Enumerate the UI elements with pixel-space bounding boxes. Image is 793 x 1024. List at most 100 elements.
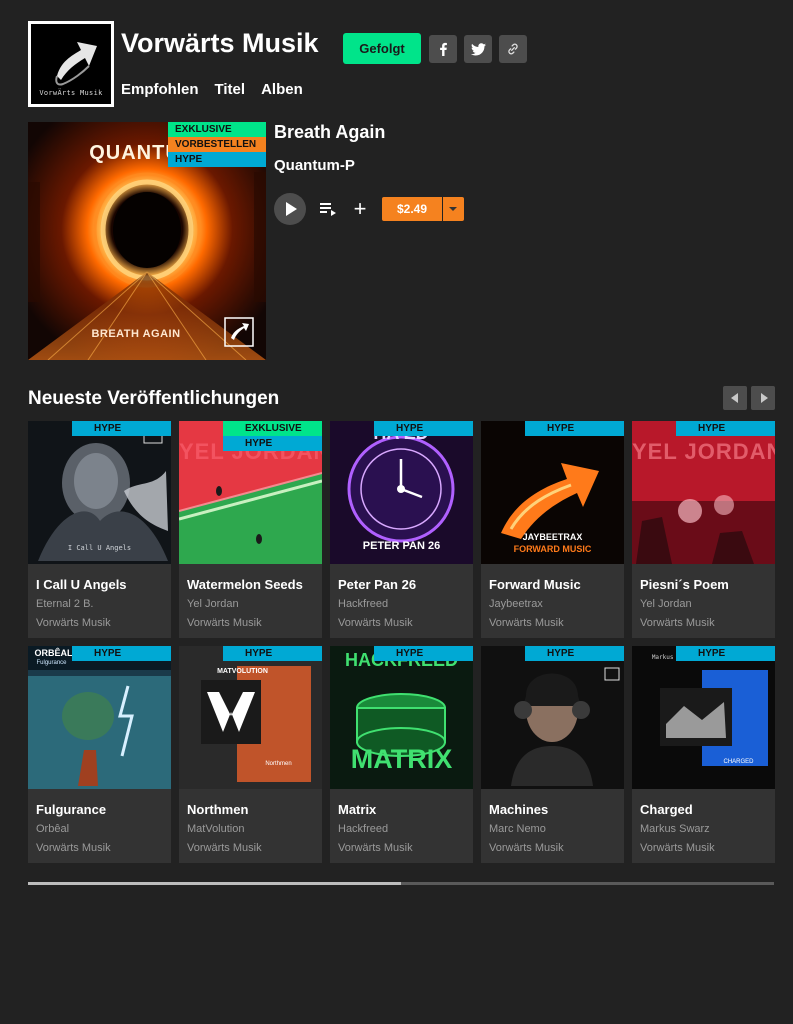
release-card[interactable]: HA EDPETER PAN 26HYPE Peter Pan 26 Hackfre… — [330, 421, 473, 638]
nav-tab-alben[interactable]: Alben — [261, 81, 303, 98]
release-title[interactable]: Piesni´s Poem — [640, 577, 729, 592]
release-title[interactable]: Watermelon Seeds — [187, 577, 303, 592]
release-card[interactable]: HACKFREEDMATRIXHYPE Matrix Hackfreed Vorwär… — [330, 646, 473, 863]
cover-subtext: FORWARD MUSIC — [513, 544, 592, 554]
release-artwork[interactable] — [481, 646, 624, 789]
release-card[interactable]: JAYBEETRAX FORWARD MUSIC HYPE Forward Music… — [481, 421, 624, 638]
nav-tab-titel[interactable]: Titel — [215, 81, 246, 98]
release-label[interactable]: Vorwärts Musik — [489, 617, 564, 629]
release-label[interactable]: Vorwärts Musik — [36, 617, 111, 629]
cover-subtext: Northmen — [265, 761, 292, 767]
carousel-scrollbar[interactable] — [28, 882, 774, 885]
badge-hype: HYPE — [676, 646, 775, 661]
carousel-scrollbar-thumb[interactable] — [28, 882, 401, 885]
release-label[interactable]: Vorwärts Musik — [338, 842, 413, 854]
badge-hype: HYPE — [168, 152, 266, 167]
release-label[interactable]: Vorwärts Musik — [187, 842, 262, 854]
release-label[interactable]: Vorwärts Musik — [36, 842, 111, 854]
facebook-button[interactable] — [429, 35, 457, 63]
release-artist[interactable]: Eternal 2 B. — [36, 598, 93, 610]
badge-hype: HYPE — [525, 421, 624, 436]
add-to-playlist-button[interactable]: + — [350, 198, 370, 220]
release-artwork[interactable]: Markus Swarz CHARGED — [632, 646, 775, 789]
release-card[interactable]: I Call U Angels HYPE I Call U Angels Eterna… — [28, 421, 171, 638]
nav-tab-empfohlen[interactable]: Empfohlen — [121, 81, 199, 98]
section-title: Neueste Veröffentlichungen — [28, 388, 280, 409]
add-to-queue-button[interactable] — [318, 199, 338, 219]
release-artist[interactable]: Yel Jordan — [187, 598, 239, 610]
release-artwork[interactable]: HACKFREEDMATRIX — [330, 646, 473, 789]
card-badges: HYPE — [676, 421, 775, 436]
release-artist[interactable]: Hackfreed — [338, 823, 388, 835]
cover-image — [632, 646, 775, 789]
release-artwork[interactable]: ORBÊAL Fulgurance — [28, 646, 171, 789]
release-card[interactable]: YEL JORDAN EXKLUSIVE HYPE Watermelon Seeds Y… — [179, 421, 322, 638]
carousel-next-button[interactable] — [751, 386, 775, 410]
card-badges: EXKLUSIVE HYPE — [223, 421, 322, 451]
release-artist[interactable]: Jaybeetrax — [489, 598, 543, 610]
release-artwork[interactable]: HA EDPETER PAN 26 — [330, 421, 473, 564]
release-title[interactable]: I Call U Angels — [36, 577, 127, 592]
play-button[interactable] — [274, 193, 306, 225]
card-badges: HYPE — [374, 646, 473, 661]
badge-exklusive: EXKLUSIVE — [223, 421, 322, 436]
release-card[interactable]: ORBÊAL Fulgurance HYPE Fulgurance Orbêal Vorw… — [28, 646, 171, 863]
featured-art-subtitle: BREATH AGAIN — [91, 328, 181, 340]
badge-hype: HYPE — [525, 646, 624, 661]
release-card[interactable]: HYPE Machines Marc Nemo Vorwärts Musik — [481, 646, 624, 863]
release-artist[interactable]: Hackfreed — [338, 598, 388, 610]
play-icon — [286, 202, 297, 216]
badge-hype: HYPE — [223, 646, 322, 661]
twitter-icon — [470, 42, 486, 55]
release-label[interactable]: Vorwärts Musik — [187, 617, 262, 629]
carousel-prev-button[interactable] — [723, 386, 747, 410]
release-artist[interactable]: Marc Nemo — [489, 823, 546, 835]
release-card[interactable]: YEL JORDAN HYPE Piesni´s Poem Yel Jordan Vor… — [632, 421, 775, 638]
cover-image — [28, 646, 171, 789]
release-title[interactable]: Machines — [489, 802, 548, 817]
buy-price-button[interactable]: $2.49 — [382, 197, 442, 221]
cover-text: MATVOLUTION — [217, 668, 268, 675]
release-title[interactable]: Charged — [640, 802, 693, 817]
release-label[interactable]: Vorwärts Musik — [338, 617, 413, 629]
label-name: Vorwärts Musik — [121, 28, 319, 58]
release-title[interactable]: Fulgurance — [36, 802, 106, 817]
release-card[interactable]: MATVOLUTION Northmen HYPE Northmen MatVoluti… — [179, 646, 322, 863]
release-label[interactable]: Vorwärts Musik — [640, 842, 715, 854]
release-title[interactable]: Peter Pan 26 — [338, 577, 416, 592]
badge-vorbestellen: VORBESTELLEN — [168, 137, 266, 152]
cover-image — [28, 421, 171, 564]
release-artwork[interactable]: YEL JORDAN — [632, 421, 775, 564]
featured-badges: EXKLUSIVE VORBESTELLEN HYPE — [168, 122, 266, 167]
featured-title[interactable]: Breath Again — [274, 122, 385, 143]
release-artist[interactable]: Markus Swarz — [640, 823, 710, 835]
label-logo[interactable]: VorwÄrts Musik — [28, 21, 114, 107]
release-card[interactable]: Markus Swarz CHARGED HYPE Charged Markus Swa… — [632, 646, 775, 863]
card-badges: HYPE — [223, 646, 322, 661]
featured-artist[interactable]: Quantum-P — [274, 157, 355, 174]
card-badges: HYPE — [72, 646, 171, 661]
release-artist[interactable]: Orbêal — [36, 823, 69, 835]
release-artist[interactable]: Yel Jordan — [640, 598, 692, 610]
release-grid: I Call U Angels HYPE I Call U Angels Eterna… — [28, 421, 775, 863]
release-artwork[interactable]: JAYBEETRAX FORWARD MUSIC — [481, 421, 624, 564]
cover-image — [481, 421, 624, 564]
release-artwork[interactable]: MATVOLUTION Northmen — [179, 646, 322, 789]
price-dropdown-button[interactable] — [443, 197, 464, 221]
plus-icon: + — [353, 196, 367, 221]
release-title[interactable]: Northmen — [187, 802, 248, 817]
badge-hype: HYPE — [72, 421, 171, 436]
release-label[interactable]: Vorwärts Musik — [640, 617, 715, 629]
facebook-icon — [440, 42, 447, 56]
copy-link-button[interactable] — [499, 35, 527, 63]
release-label[interactable]: Vorwärts Musik — [489, 842, 564, 854]
cover-text: YEL JORDAN — [632, 439, 775, 464]
cover-text: JAYBEETRAX — [522, 532, 583, 542]
follow-button[interactable]: Gefolgt — [343, 33, 421, 64]
twitter-button[interactable] — [464, 35, 492, 63]
release-title[interactable]: Matrix — [338, 802, 376, 817]
release-title[interactable]: Forward Music — [489, 577, 581, 592]
label-nav: Empfohlen Titel Alben — [121, 81, 303, 98]
release-artwork[interactable]: I Call U Angels — [28, 421, 171, 564]
release-artist[interactable]: MatVolution — [187, 823, 244, 835]
